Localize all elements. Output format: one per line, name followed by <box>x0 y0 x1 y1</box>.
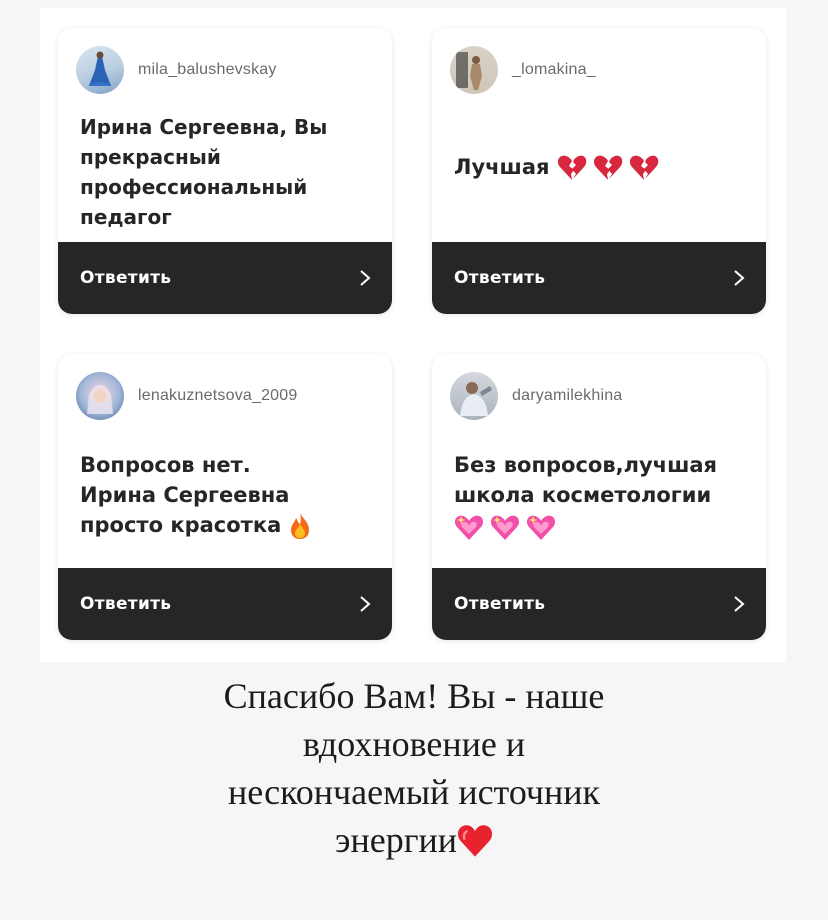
username[interactable]: mila_balushevskay <box>138 61 277 79</box>
message-line: Без вопросов,лучшая <box>454 453 718 477</box>
caption-line: нескончаемый источник <box>227 772 601 812</box>
caption-line: вдохновение и <box>302 724 526 764</box>
reply-card-4: daryamilekhina Без вопросов,лучшая школа… <box>432 354 766 640</box>
message-line: Лучшая <box>454 155 550 179</box>
message-text: Без вопросов,лучшая школа косметологии <box>454 450 746 542</box>
username[interactable]: _lomakina_ <box>512 61 596 79</box>
avatar[interactable] <box>76 46 124 94</box>
reply-label: Ответить <box>80 594 172 614</box>
reply-card-3: lenakuznetsova_2009 Вопросов нет. Ирина … <box>58 354 392 640</box>
username[interactable]: daryamilekhina <box>512 387 622 405</box>
message-line: Ирина Сергеевна <box>80 483 290 507</box>
broken-heart-icon <box>629 155 659 180</box>
message-line: педагог <box>80 205 172 229</box>
message-text: Лучшая <box>454 152 746 182</box>
reply-card-2: _lomakina_ Лучшая Ответить <box>432 28 766 314</box>
message-text: Ирина Сергеевна, Вы прекрасный профессио… <box>80 112 372 232</box>
red-heart-icon <box>457 825 493 857</box>
sparkling-heart-icon <box>526 515 556 540</box>
avatar[interactable] <box>450 46 498 94</box>
reply-button[interactable]: Ответить <box>58 242 392 314</box>
emoji-group <box>557 154 659 182</box>
caption-line: энергии <box>335 820 457 860</box>
fire-icon <box>290 513 309 539</box>
replies-panel: mila_balushevskay Ирина Сергеевна, Вы пр… <box>40 8 786 662</box>
chevron-right-icon <box>734 596 745 612</box>
sparkling-heart-icon <box>454 515 484 540</box>
reply-label: Ответить <box>80 268 172 288</box>
card-header: _lomakina_ <box>450 46 752 94</box>
sparkling-heart-icon <box>490 515 520 540</box>
reply-button[interactable]: Ответить <box>432 568 766 640</box>
broken-heart-icon <box>593 155 623 180</box>
chevron-right-icon <box>734 270 745 286</box>
caption-line: Спасибо Вам! Вы - наше <box>223 676 605 716</box>
reply-button[interactable]: Ответить <box>58 568 392 640</box>
chevron-right-icon <box>360 596 371 612</box>
emoji-group <box>454 514 556 542</box>
reply-label: Ответить <box>454 268 546 288</box>
reply-button[interactable]: Ответить <box>432 242 766 314</box>
card-header: daryamilekhina <box>450 372 752 420</box>
avatar[interactable] <box>450 372 498 420</box>
reply-card-1: mila_balushevskay Ирина Сергеевна, Вы пр… <box>58 28 392 314</box>
message-line: Ирина Сергеевна, Вы <box>80 115 328 139</box>
message-line: Вопросов нет. <box>80 453 251 477</box>
broken-heart-icon <box>557 155 587 180</box>
story-caption: Спасибо Вам! Вы - наше вдохновение и нес… <box>0 672 828 864</box>
reply-label: Ответить <box>454 594 546 614</box>
message-line: школа косметологии <box>454 483 712 507</box>
message-line: профессиональный <box>80 175 308 199</box>
card-header: lenakuznetsova_2009 <box>76 372 378 420</box>
message-line: прекрасный <box>80 145 221 169</box>
chevron-right-icon <box>360 270 371 286</box>
message-text: Вопросов нет. Ирина Сергеевна просто кра… <box>80 450 372 540</box>
username[interactable]: lenakuznetsova_2009 <box>138 387 297 405</box>
message-line: просто красотка <box>80 513 282 537</box>
avatar[interactable] <box>76 372 124 420</box>
caption-line-last: энергии <box>0 816 828 864</box>
card-header: mila_balushevskay <box>76 46 378 94</box>
